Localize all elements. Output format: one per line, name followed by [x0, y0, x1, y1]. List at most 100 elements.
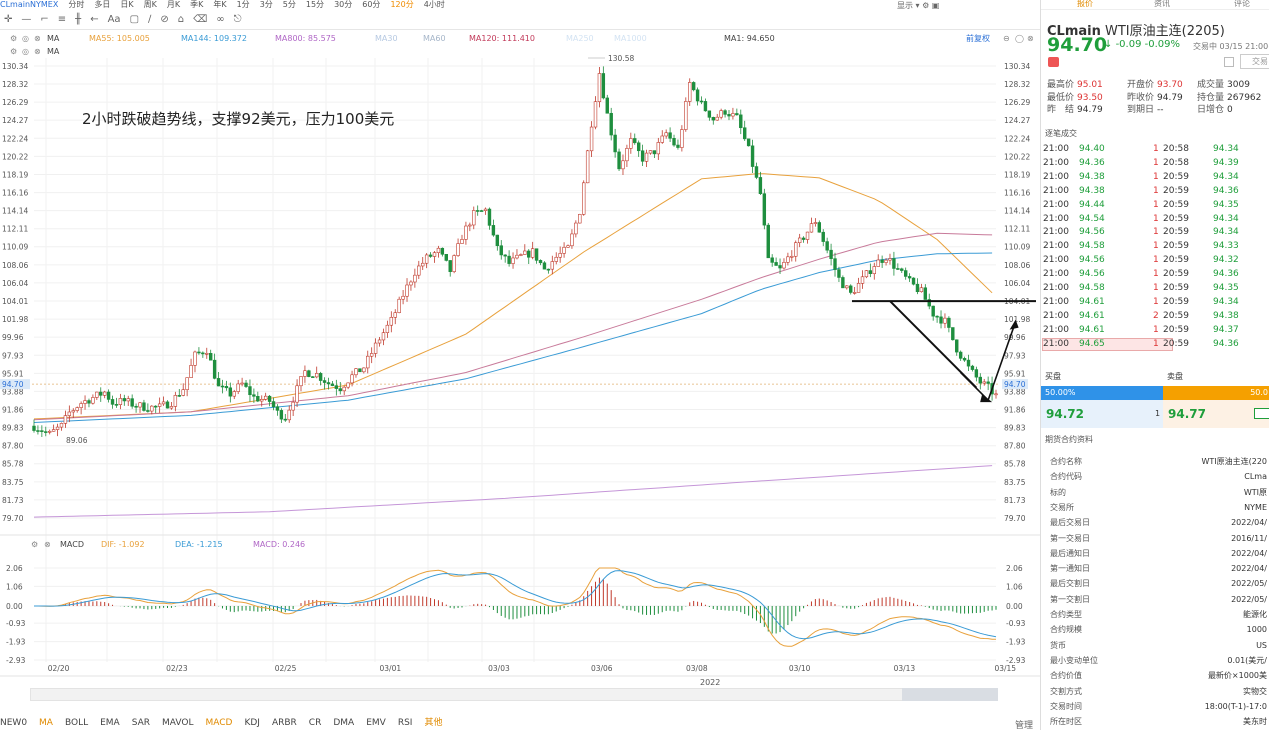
- screenshot-icon[interactable]: ▣: [932, 1, 940, 10]
- close-icon[interactable]: ⊗: [34, 32, 41, 46]
- period-12[interactable]: 60分: [362, 0, 380, 9]
- period-7[interactable]: 1分: [237, 0, 250, 9]
- indicator-5[interactable]: MAVOL: [162, 718, 193, 728]
- period-6[interactable]: 年K: [213, 0, 226, 9]
- eye-icon-2[interactable]: ◎: [22, 46, 29, 58]
- candle-body: [67, 411, 72, 416]
- candle-body: [424, 254, 429, 264]
- indicator-2[interactable]: BOLL: [65, 718, 88, 728]
- symbol-label[interactable]: CLmainNYMEX: [0, 0, 58, 9]
- hide-icon[interactable]: ⊘: [160, 14, 168, 25]
- candle-body: [852, 292, 857, 294]
- indicator-11[interactable]: EMV: [366, 718, 386, 728]
- y-tick-left: 89.83: [2, 424, 24, 433]
- close-icon-2[interactable]: ⊗: [34, 46, 41, 58]
- candle-body: [377, 339, 382, 344]
- channel-icon[interactable]: ≡: [58, 14, 66, 25]
- trade-button[interactable]: 交易: [1240, 54, 1269, 69]
- indicator-9[interactable]: CR: [309, 718, 322, 728]
- candle-body: [491, 225, 496, 236]
- panel-close-icon[interactable]: ⊗: [1027, 32, 1034, 46]
- lock-icon[interactable]: ⌂: [178, 14, 184, 25]
- indicator-8[interactable]: ARBR: [272, 718, 297, 728]
- settings-icon[interactable]: ⚙: [10, 32, 17, 46]
- tab-comments[interactable]: 评论: [1234, 0, 1250, 8]
- arrow-left-icon[interactable]: ←: [90, 14, 98, 25]
- settings-icon[interactable]: ⚙: [922, 1, 929, 10]
- restore-button[interactable]: 前复权: [966, 32, 990, 46]
- note-icon[interactable]: ▢: [130, 14, 139, 25]
- text-icon[interactable]: Aa: [108, 14, 121, 25]
- y-tick-right: 112.11: [1004, 225, 1030, 234]
- tab-news[interactable]: 资讯: [1154, 0, 1170, 8]
- bookmark-icon[interactable]: [1224, 57, 1234, 67]
- chart-svg[interactable]: 130.34 128.32 126.29 124.27 122.24 120.22 118.…: [0, 32, 1040, 732]
- period-14[interactable]: 4小时: [424, 0, 445, 9]
- macd-tick-right: -1.93: [1006, 638, 1026, 647]
- macd-settings-icon[interactable]: ⚙: [31, 539, 38, 551]
- info-row: 标的 WTI原: [1041, 485, 1269, 500]
- time-scrollbar[interactable]: [30, 688, 998, 701]
- macd-close-icon[interactable]: ⊗: [44, 539, 51, 551]
- settings-icon-2[interactable]: ⚙: [10, 46, 17, 58]
- indicator-1[interactable]: MA: [39, 718, 53, 728]
- minimize-icon[interactable]: ⊖: [1003, 32, 1010, 46]
- indicator-13[interactable]: 其他: [424, 718, 442, 728]
- indicator-3[interactable]: EMA: [100, 718, 120, 728]
- tab-quote[interactable]: 报价: [1077, 0, 1093, 8]
- delete-icon[interactable]: ⌫: [193, 14, 207, 25]
- period-13[interactable]: 120分: [390, 0, 413, 9]
- candle-body: [275, 406, 280, 411]
- link-icon[interactable]: ∞: [216, 14, 224, 25]
- candle-body: [32, 425, 36, 431]
- info-value: 0.01(美元/: [1227, 655, 1267, 665]
- candle-body: [385, 324, 390, 333]
- candle-body: [668, 132, 672, 139]
- tick-cell: 21:00: [1043, 338, 1069, 349]
- indicator-7[interactable]: KDJ: [244, 718, 260, 728]
- display-button[interactable]: 显示: [897, 1, 913, 10]
- period-9[interactable]: 5分: [283, 0, 296, 9]
- indicator-4[interactable]: SAR: [132, 718, 150, 728]
- period-1[interactable]: 多日: [94, 0, 110, 9]
- indicator-0[interactable]: NEW0: [0, 718, 27, 728]
- period-10[interactable]: 15分: [306, 0, 324, 9]
- candle-body: [87, 400, 91, 404]
- macd-tick-left: 1.06: [6, 582, 23, 591]
- share-icon[interactable]: ⎋: [234, 14, 242, 25]
- indicator-6[interactable]: MACD: [205, 718, 232, 728]
- eye-icon[interactable]: ◎: [22, 32, 29, 46]
- info-value: 2022/04/: [1231, 564, 1267, 574]
- period-4[interactable]: 月K: [167, 0, 180, 9]
- ask-box[interactable]: 94.77: [1163, 400, 1269, 428]
- high-label: 130.58: [608, 54, 634, 63]
- x-tick: 03/13: [894, 664, 916, 673]
- ray-icon[interactable]: ⌐: [40, 14, 48, 25]
- candle-body: [79, 403, 83, 408]
- candle-body: [338, 388, 342, 392]
- favorite-icon[interactable]: [1048, 57, 1059, 67]
- line-icon[interactable]: —: [21, 14, 31, 25]
- bid-box[interactable]: 94.72 1: [1041, 400, 1163, 428]
- tick-cell: 20:59: [1163, 185, 1189, 196]
- period-0[interactable]: 分时: [68, 0, 84, 9]
- candle-body: [157, 403, 162, 407]
- period-8[interactable]: 3分: [260, 0, 273, 9]
- indicator-10[interactable]: DMA: [333, 718, 354, 728]
- fib-icon[interactable]: ╫: [75, 14, 81, 25]
- candle-body: [801, 237, 806, 240]
- scrollbar-thumb[interactable]: [902, 688, 998, 701]
- period-11[interactable]: 30分: [334, 0, 352, 9]
- period-3[interactable]: 周K: [144, 0, 157, 9]
- manage-button[interactable]: 管理: [1015, 718, 1033, 731]
- candle-body: [601, 73, 606, 99]
- tick-cell: 94.36: [1213, 185, 1239, 196]
- crosshair-icon[interactable]: ✛: [4, 14, 12, 25]
- indicator-12[interactable]: RSI: [398, 718, 413, 728]
- candle-body: [911, 277, 916, 285]
- tick-cell: 94.58: [1079, 241, 1105, 252]
- collapse-icon[interactable]: ◯: [1015, 32, 1024, 46]
- period-2[interactable]: 日K: [120, 0, 133, 9]
- period-5[interactable]: 季K: [190, 0, 203, 9]
- brush-icon[interactable]: ∕: [148, 14, 151, 25]
